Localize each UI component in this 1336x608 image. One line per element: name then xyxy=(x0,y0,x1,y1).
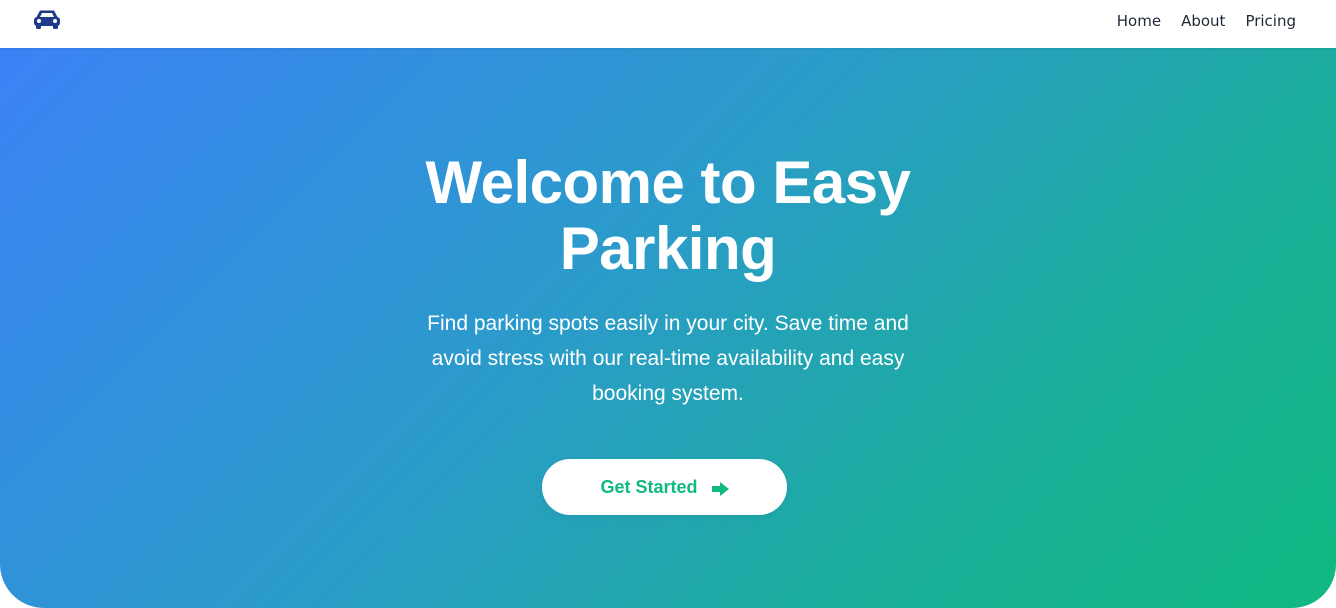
nav-home-link[interactable]: Home xyxy=(1117,12,1161,30)
get-started-button[interactable]: Get Started xyxy=(542,459,787,515)
hero-section: Welcome to Easy Parking Find parking spo… xyxy=(0,48,1336,608)
nav-pricing-link[interactable]: Pricing xyxy=(1245,12,1296,30)
get-started-label: Get Started xyxy=(600,476,698,497)
navbar: Home About Pricing xyxy=(0,0,1336,48)
hero-title: Welcome to Easy Parking xyxy=(425,149,911,282)
hero-description: Find parking spots easily in your city. … xyxy=(427,312,909,405)
car-icon[interactable] xyxy=(33,8,61,30)
arrow-right-icon xyxy=(711,480,729,496)
nav-about-link[interactable]: About xyxy=(1181,12,1225,30)
nav-links: Home About Pricing xyxy=(1117,0,1296,42)
